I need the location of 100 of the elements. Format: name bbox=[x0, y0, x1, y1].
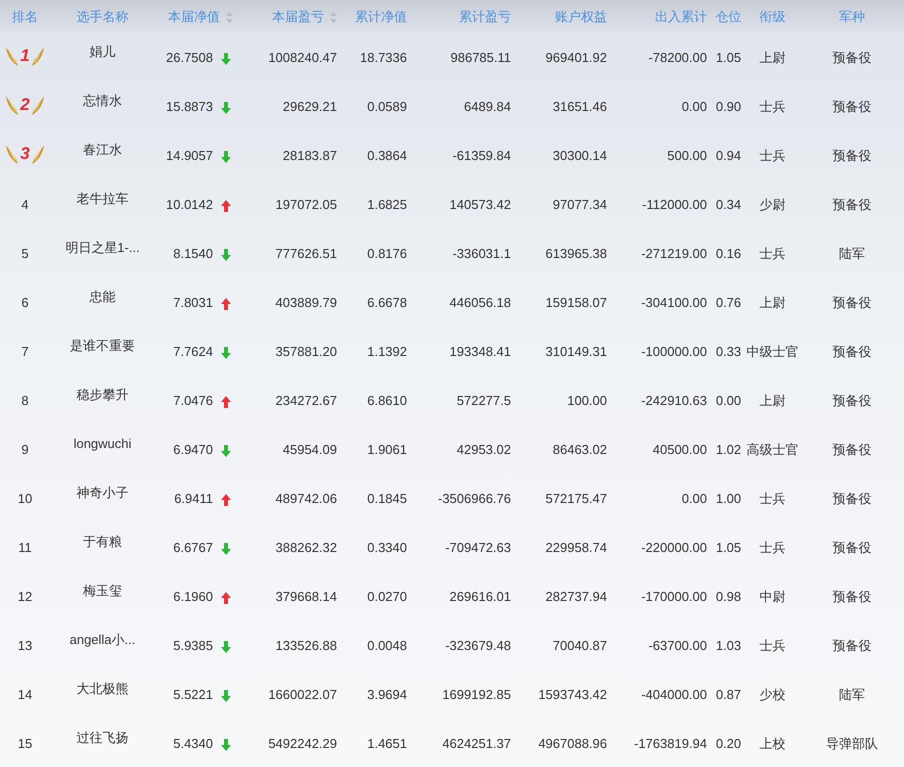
rank-number: 13 bbox=[18, 638, 32, 653]
net-value-cell: 15.8873 bbox=[166, 99, 213, 114]
net-value-cell: 7.7624 bbox=[173, 344, 213, 359]
position-cell: 1.05 bbox=[716, 50, 742, 65]
equity-cell: 282737.94 bbox=[546, 589, 607, 604]
profit-cell: 777626.51 bbox=[276, 246, 337, 261]
player-name[interactable]: 明日之星1-... bbox=[65, 238, 140, 256]
equity-cell: 100.00 bbox=[567, 393, 607, 408]
equity-cell: 31651.46 bbox=[552, 99, 607, 114]
player-name[interactable]: 稳步攀升 bbox=[76, 386, 128, 404]
total-net-value-cell: 0.0270 bbox=[367, 589, 407, 604]
position-cell: 1.05 bbox=[716, 540, 742, 555]
total-net-value-cell: 3.9694 bbox=[367, 687, 407, 702]
rank-title-cell: 上尉 bbox=[760, 48, 786, 66]
rank-title-cell: 少校 bbox=[760, 686, 786, 704]
player-name[interactable]: 是谁不重要 bbox=[70, 336, 135, 354]
total-profit-cell: 572277.5 bbox=[456, 393, 511, 408]
net-value-cell: 7.0476 bbox=[173, 393, 213, 408]
profit-cell: 29629.21 bbox=[282, 99, 337, 114]
branch-cell: 预备役 bbox=[832, 490, 872, 508]
column-header: 出入累计 bbox=[615, 0, 712, 33]
net-value-cell: 5.4340 bbox=[173, 736, 213, 751]
total-profit-cell: -323679.48 bbox=[445, 638, 511, 653]
rank-number: 14 bbox=[18, 687, 32, 702]
player-name[interactable]: 神奇小子 bbox=[76, 484, 128, 502]
rank-number: 3 bbox=[20, 144, 30, 164]
branch-cell: 预备役 bbox=[832, 48, 872, 66]
position-cell: 0.90 bbox=[716, 99, 742, 114]
player-name[interactable]: 大北极熊 bbox=[76, 680, 128, 698]
equity-cell: 97077.34 bbox=[552, 197, 607, 212]
position-cell: 0.76 bbox=[716, 295, 742, 310]
rank-number: 12 bbox=[18, 589, 32, 604]
flow-cell: -404000.00 bbox=[641, 687, 707, 702]
profit-cell: 1660022.07 bbox=[268, 687, 337, 702]
total-net-value-cell: 1.4651 bbox=[367, 736, 407, 751]
total-profit-cell: 986785.11 bbox=[450, 50, 511, 65]
flow-cell: 0.00 bbox=[682, 99, 707, 114]
net-value-cell: 6.9470 bbox=[173, 442, 213, 457]
rank-title-cell: 中级士官 bbox=[746, 342, 798, 360]
total-net-value-cell: 1.6825 bbox=[367, 197, 407, 212]
profit-cell: 28183.87 bbox=[282, 148, 337, 163]
player-name[interactable]: 春江水 bbox=[83, 140, 122, 158]
equity-cell: 229958.74 bbox=[546, 540, 607, 555]
player-name[interactable]: angella小... bbox=[70, 630, 136, 648]
profit-cell: 133526.88 bbox=[276, 638, 337, 653]
total-net-value-cell: 6.6678 bbox=[367, 295, 407, 310]
equity-cell: 1593743.42 bbox=[538, 687, 607, 702]
rank-title-cell: 上校 bbox=[760, 734, 786, 752]
rank-title-cell: 上尉 bbox=[760, 392, 786, 410]
rank-title-cell: 士兵 bbox=[760, 244, 786, 262]
net-value-cell: 5.9385 bbox=[173, 638, 213, 653]
rank-title-cell: 高级士官 bbox=[746, 440, 798, 458]
branch-cell: 预备役 bbox=[832, 146, 872, 164]
total-net-value-cell: 0.3864 bbox=[367, 148, 407, 163]
position-cell: 0.00 bbox=[716, 393, 742, 408]
rank-number: 11 bbox=[18, 540, 32, 555]
rank-number: 10 bbox=[18, 491, 32, 506]
branch-cell: 预备役 bbox=[832, 342, 872, 360]
profit-cell: 234272.67 bbox=[276, 393, 337, 408]
rank-number: 6 bbox=[21, 295, 29, 310]
sort-icon[interactable] bbox=[330, 12, 337, 23]
net-value-cell: 6.1960 bbox=[173, 589, 213, 604]
profit-cell: 5492242.29 bbox=[268, 736, 337, 751]
player-name[interactable]: 忘情水 bbox=[83, 92, 122, 110]
total-profit-cell: 1699192.85 bbox=[442, 687, 511, 702]
position-cell: 0.16 bbox=[716, 246, 742, 261]
total-net-value-cell: 0.0589 bbox=[367, 99, 407, 114]
net-value-cell: 26.7508 bbox=[166, 50, 213, 65]
net-value-cell: 10.0142 bbox=[166, 197, 213, 212]
branch-cell: 陆军 bbox=[839, 686, 865, 704]
left-wing-icon bbox=[5, 45, 20, 67]
flow-cell: -170000.00 bbox=[641, 589, 707, 604]
total-profit-cell: 42953.02 bbox=[456, 442, 511, 457]
flow-cell: -1763819.94 bbox=[634, 736, 707, 751]
total-profit-cell: -709472.63 bbox=[445, 540, 511, 555]
total-net-value-cell: 6.8610 bbox=[367, 393, 407, 408]
rank-title-cell: 中尉 bbox=[760, 588, 786, 606]
branch-cell: 预备役 bbox=[832, 538, 872, 556]
sort-icon[interactable] bbox=[226, 12, 233, 23]
player-name[interactable]: 娟儿 bbox=[90, 42, 116, 60]
total-net-value-cell: 1.1392 bbox=[367, 344, 407, 359]
total-profit-cell: 4624251.37 bbox=[442, 736, 511, 751]
equity-cell: 70040.87 bbox=[552, 638, 607, 653]
rank-number: 8 bbox=[21, 393, 29, 408]
rank-number: 7 bbox=[21, 344, 29, 359]
branch-cell: 预备役 bbox=[832, 98, 872, 116]
total-profit-cell: 6489.84 bbox=[464, 99, 511, 114]
profit-cell: 357881.20 bbox=[276, 344, 337, 359]
column-header: 军种 bbox=[800, 0, 904, 33]
branch-cell: 预备役 bbox=[832, 588, 872, 606]
player-name[interactable]: 忠能 bbox=[90, 288, 116, 306]
flow-cell: -63700.00 bbox=[648, 638, 707, 653]
total-net-value-cell: 0.0048 bbox=[367, 638, 407, 653]
left-wing-icon bbox=[5, 143, 20, 165]
player-name[interactable]: 老牛拉车 bbox=[76, 190, 128, 208]
player-name[interactable]: 梅玉玺 bbox=[83, 582, 122, 600]
player-name[interactable]: longwuchi bbox=[74, 436, 132, 451]
player-name[interactable]: 过往飞扬 bbox=[76, 728, 128, 746]
branch-cell: 预备役 bbox=[832, 392, 872, 410]
player-name[interactable]: 于有粮 bbox=[83, 532, 122, 550]
